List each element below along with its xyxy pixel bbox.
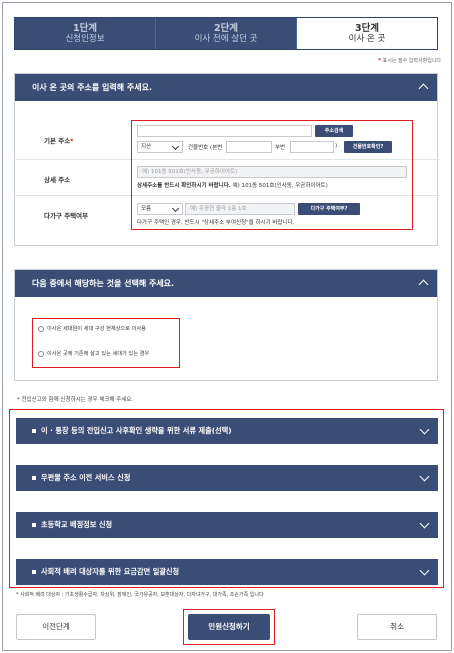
service-mail-forwarding[interactable]: 우편물 주소 이전 서비스 신청 [16,465,438,491]
highlight-box-address [131,120,413,230]
bullet-icon [32,429,36,433]
step-1[interactable]: 1단계 신청인정보 [15,18,156,49]
basic-address-label: 기본 주소* [44,137,74,145]
step-3-num: 3단계 [354,23,380,34]
footer-note: * 사회적 배려 대상자 : 기초생활수급자, 차상위, 장애인, 국가유공자,… [16,592,264,598]
radio-icon[interactable] [38,325,44,332]
expand-icon[interactable] [419,471,430,482]
address-panel-title: 이사 온 곳의 주소를 입력해 주세요. [32,83,153,92]
detail-address-label: 상세 주소 [44,176,71,184]
step-1-num: 1단계 [72,23,98,34]
address-panel-header[interactable]: 이사 온 곳의 주소를 입력해 주세요. [15,74,437,101]
step-3-label: 이사 온 곳 [348,34,386,44]
service-fee-reduction[interactable]: 사회적 배려 대상자를 위한 요금감면 일괄신청 [16,559,438,585]
option-radio-2[interactable]: 이사온 곳에 기존에 살고 있는 세대가 있는 경우 [38,350,149,357]
radio-icon[interactable] [38,350,44,357]
collapse-icon[interactable] [418,279,429,290]
service-waiver-documents[interactable]: 이 · 통장 등의 전입신고 사후확인 생략을 위한 서류 제출(선택) [16,418,438,444]
step-2-label: 이사 전에 살던 곳 [194,34,258,44]
required-note: * 표시는 필수 입력사항입니다 [378,58,441,64]
expand-icon[interactable] [419,518,430,529]
select-panel-header[interactable]: 다음 중에서 해당하는 것을 선택해 주세요. [15,270,437,297]
service-school-assignment[interactable]: 초등학교 배정정보 신청 [16,512,438,538]
step-1-label: 신청인정보 [65,34,105,44]
expand-icon[interactable] [419,565,430,576]
cancel-button[interactable]: 취소 [357,614,437,640]
multi-household-label: 다가구 주택여부 [44,212,89,220]
option-radio-1[interactable]: 이사온 세대원이 세대 구성 현재상으로 이사용 [38,325,146,332]
step-indicator: 1단계 신청인정보 2단계 이사 전에 살던 곳 3단계 이사 온 곳 [14,17,438,50]
bullet-icon [32,523,36,527]
collapse-icon[interactable] [418,83,429,94]
expand-icon[interactable] [419,424,430,435]
bullet-icon [32,570,36,574]
bullet-icon [32,476,36,480]
prev-step-button[interactable]: 이전단계 [16,614,96,640]
step-3[interactable]: 3단계 이사 온 곳 [297,18,437,49]
step-2[interactable]: 2단계 이사 전에 살던 곳 [156,18,297,49]
select-panel-title: 다음 중에서 해당하는 것을 선택해 주세요. [32,279,175,288]
step-2-num: 2단계 [213,23,239,34]
apply-note: * 전입신고와 함께 신청하시는 경우 체크해 주세요. [17,397,134,403]
submit-application-button[interactable]: 민원신청하기 [188,614,270,640]
